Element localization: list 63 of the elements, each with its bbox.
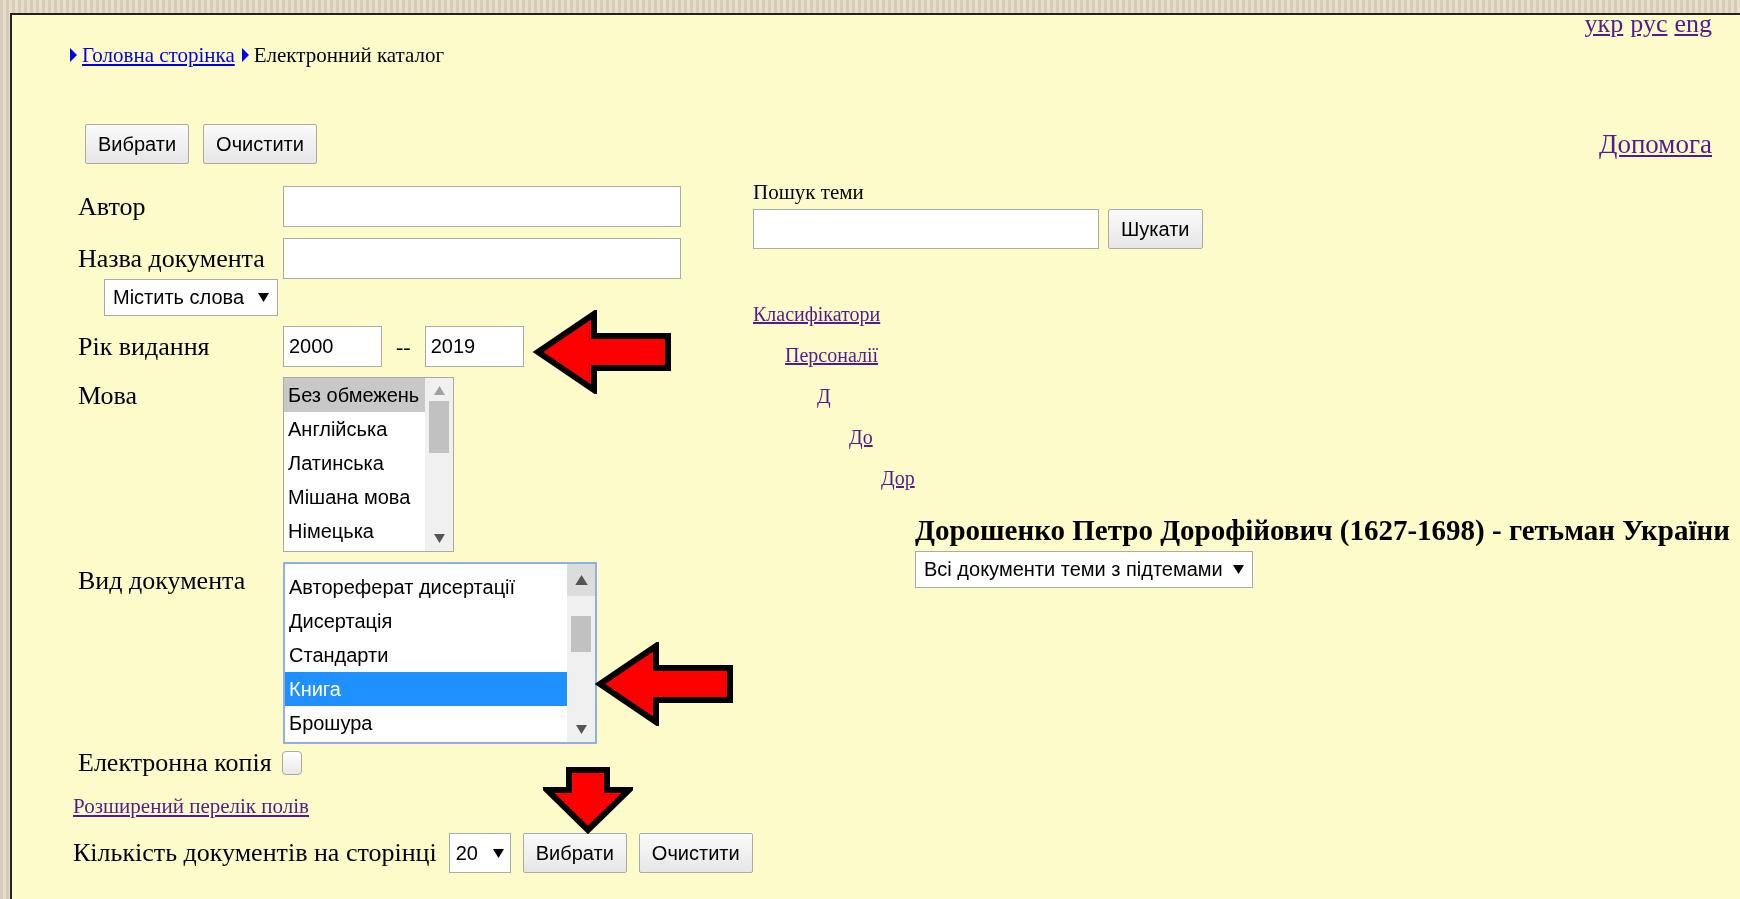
field-label: Мова [78,381,138,411]
form-button[interactable]: Вибрати [85,124,190,164]
list-option[interactable]: Автореферат дисертації [285,570,567,604]
search-button[interactable]: Шукати [1108,209,1203,249]
extended-fields-link[interactable]: Розширений перелік полів [73,794,309,819]
list-option[interactable]: Англійська [284,412,425,446]
triangle-icon [70,48,77,62]
tree-link[interactable]: Д [817,383,831,410]
caret-icon [258,293,269,302]
form-button[interactable]: Очистити [638,833,753,873]
language-list[interactable]: Без обмежень Англійська Латинська Мішана мова Німецька [283,377,454,552]
tree-link[interactable]: Персоналії [785,342,879,369]
tree-link[interactable]: Дор [881,465,915,492]
form-button[interactable]: Очистити [203,124,317,164]
arrow-icon [543,766,633,834]
arrow-icon [532,310,674,394]
breadcrumb-link[interactable]: Головна сторінка [82,42,235,68]
document-type-list[interactable]: Автореферат дисертації Дисертація Стандарти Книга Брошура [283,562,597,744]
tree-link[interactable]: До [849,424,873,451]
topic-search-label: Пошук теми [753,180,865,205]
help-link[interactable]: Допомога [1599,128,1712,160]
form-button[interactable]: Вибрати [522,833,627,873]
list-option[interactable]: Дисертація [285,604,567,638]
per-page-select[interactable]: 20 [448,833,511,873]
scope-select[interactable]: Всі документи теми з підтемами [915,551,1253,588]
breadcrumb-current: Електронний каталог [253,42,445,68]
scroll-up-icon[interactable] [433,386,445,395]
list-option[interactable]: Німецька [284,514,425,548]
match-select[interactable]: Містить слова [104,279,278,316]
scroll-up-icon[interactable] [574,575,588,585]
field-label: Вид документа [78,566,247,596]
caret-icon [1233,565,1244,574]
author-field[interactable] [283,186,681,227]
scrollbar-thumb[interactable] [429,401,449,453]
field-label: Рік видання [78,331,211,362]
topic-title: Дорошенко Петро Дорофійович (1627-1698) - гетьман України [915,514,1730,547]
title-field[interactable] [283,238,681,279]
year-from-field[interactable]: 2000 [283,326,382,367]
list-option[interactable]: Без обмежень [284,378,425,412]
year-to-field[interactable]: 2019 [424,326,524,367]
caret-icon [492,848,504,858]
field-label: Автор [78,191,147,222]
range-dash: -- [396,333,411,360]
field-label: Назва документа [78,243,266,274]
triangle-icon [241,48,249,62]
list-option[interactable]: Латинська [284,446,425,480]
scroll-down-icon[interactable] [575,725,587,734]
language-link[interactable]: eng [1674,9,1712,39]
list-option[interactable]: Мішана мова [284,480,425,514]
list-option[interactable]: Брошура [285,706,567,740]
language-link[interactable]: рус [1630,9,1668,39]
arrow-icon [594,642,736,726]
field-label: Електронна копія [78,748,272,778]
scrollbar[interactable] [425,378,453,551]
tree-link[interactable]: Класифікатори [753,301,881,328]
checkbox[interactable] [281,751,302,775]
topic-search-field[interactable] [753,209,1099,249]
field-label: Кількість документів на сторінці [73,838,437,868]
scroll-down-icon[interactable] [433,534,445,543]
scrollbar-thumb[interactable] [571,616,591,652]
language-link[interactable]: укр [1584,9,1624,39]
scrollbar[interactable] [567,564,595,742]
list-option[interactable]: Стандарти [285,638,567,672]
